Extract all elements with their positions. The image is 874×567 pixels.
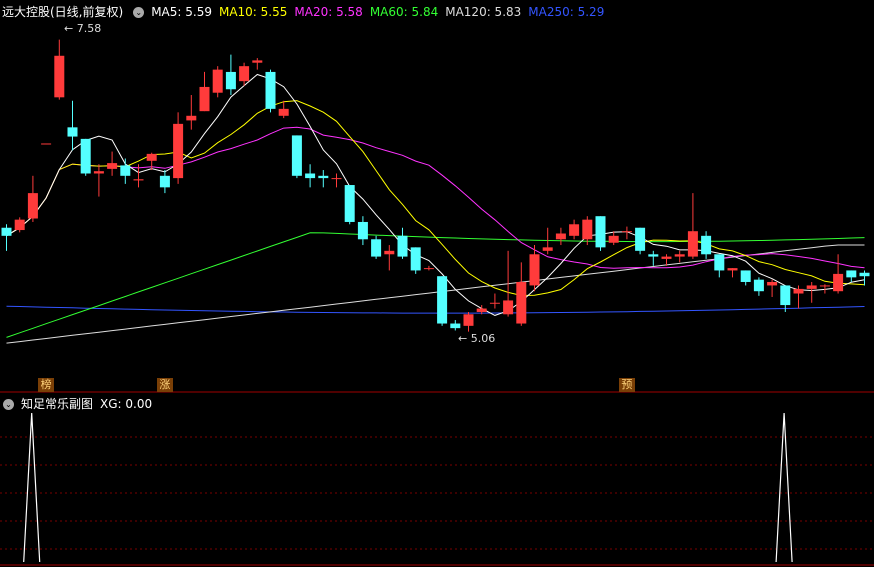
candle-body — [1, 227, 12, 236]
ma20-line — [6, 126, 865, 269]
candle-body — [767, 281, 778, 286]
candle-body — [14, 219, 25, 231]
candle-body — [265, 71, 276, 109]
ma60-line — [6, 232, 865, 338]
candle-body — [542, 247, 553, 251]
candle-body — [463, 314, 474, 326]
ma5-label: MA5: 5.59 — [151, 5, 212, 19]
candle-body — [423, 268, 434, 270]
candle-body — [529, 254, 540, 286]
xg-label: XG: 0.00 — [100, 397, 153, 411]
candle-body — [67, 127, 78, 137]
candle-body — [41, 143, 52, 145]
ma250-label: MA250: 5.29 — [528, 5, 605, 19]
ma5-line — [6, 73, 865, 316]
candle-body — [133, 179, 144, 181]
candle-body — [186, 115, 197, 121]
chart-title: 远大控股(日线,前复权) — [2, 5, 124, 19]
candle-body — [648, 254, 659, 257]
kline-chart[interactable] — [0, 0, 874, 567]
candle-body — [199, 86, 210, 112]
ma250-line — [6, 305, 865, 314]
candle-body — [159, 175, 170, 188]
candle-body — [80, 138, 91, 174]
candle-body — [819, 285, 830, 287]
tag-bang[interactable]: 榜 — [38, 378, 55, 392]
candle-body — [107, 163, 118, 169]
candle-body — [846, 270, 857, 278]
candle-body — [476, 308, 487, 312]
ma20-label: MA20: 5.58 — [294, 5, 363, 19]
sub-chart-title: 知足常乐副图 — [21, 397, 94, 411]
candle-body — [212, 69, 223, 93]
main-chart-header: 远大控股(日线,前复权) ⌄ MA5: 5.59 MA10: 5.55 MA20… — [0, 3, 611, 21]
candle-body — [173, 123, 184, 179]
candle-body — [450, 323, 461, 329]
candle-body — [714, 254, 725, 271]
sub-chart-header: ⌄ 知足常乐副图 XG: 0.00 — [0, 395, 159, 413]
xg-spike — [23, 412, 41, 563]
candle-body — [489, 302, 500, 304]
candle-body — [793, 288, 804, 294]
candle-body — [371, 239, 382, 257]
candle-body — [608, 235, 619, 243]
ma10-label: MA10: 5.55 — [218, 5, 288, 19]
candle-body — [397, 235, 408, 257]
low-price-value: 5.06 — [470, 332, 496, 345]
xg-spike — [775, 412, 793, 563]
candle-body — [516, 281, 527, 324]
candle-body — [833, 273, 844, 292]
candle-body — [239, 66, 250, 82]
candle-body — [225, 71, 236, 90]
candle-body — [252, 60, 263, 63]
candle-body — [93, 171, 104, 174]
candle-body — [687, 231, 698, 257]
candle-body — [635, 227, 646, 251]
candle-body — [318, 175, 329, 179]
candle-body — [621, 231, 632, 233]
candle-body — [674, 254, 685, 257]
candle-body — [503, 300, 514, 315]
candle-body — [437, 276, 448, 324]
high-price-value: 7.58 — [76, 22, 102, 35]
candle-body — [740, 270, 751, 282]
candle-body — [305, 173, 316, 179]
ma10-line — [6, 100, 865, 297]
candle-body — [701, 235, 712, 255]
candle-body — [357, 221, 368, 240]
high-price-annotation: ← 7.58 — [64, 22, 102, 35]
tag-yu[interactable]: 预 — [618, 378, 635, 392]
candle-body — [859, 272, 870, 277]
candle-body — [595, 216, 606, 248]
candle-body — [582, 219, 593, 240]
candle-body — [27, 193, 38, 219]
ma120-label: MA120: 5.83 — [445, 5, 522, 19]
candle-body — [727, 268, 738, 271]
candle-body — [569, 224, 580, 236]
candle-body — [344, 185, 355, 222]
ma120-line — [6, 244, 865, 344]
dropdown-circle-icon[interactable]: ⌄ — [133, 6, 145, 18]
candle-body — [54, 55, 65, 98]
candle-body — [331, 178, 342, 180]
candle-body — [410, 247, 421, 271]
candle-body — [780, 285, 791, 306]
candle-body — [806, 285, 817, 289]
candle-body — [120, 165, 131, 176]
candle-body — [384, 250, 395, 255]
candle-body — [555, 233, 566, 240]
candle-body — [753, 279, 764, 292]
tag-zhang[interactable]: 涨 — [156, 378, 173, 392]
candle-body — [661, 256, 672, 259]
dropdown-circle-icon[interactable]: ⌄ — [3, 398, 14, 410]
candle-body — [291, 135, 302, 176]
candle-body — [146, 153, 157, 161]
candle-body — [278, 108, 289, 116]
low-price-annotation: ← 5.06 — [458, 332, 496, 345]
ma60-label: MA60: 5.84 — [369, 5, 439, 19]
